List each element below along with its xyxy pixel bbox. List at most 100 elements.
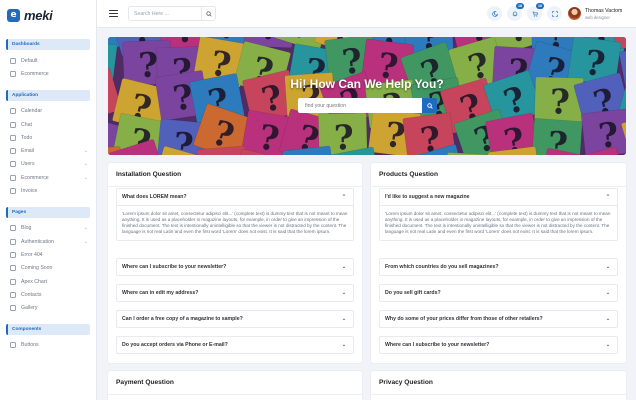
accordion-question: Do you sell gift cards? — [385, 290, 441, 296]
accordion-header[interactable]: From which countries do you sell magazin… — [380, 259, 617, 275]
accordion-item[interactable]: From which countries do you sell magazin… — [379, 258, 618, 276]
chevron-down-icon: ⌄ — [83, 174, 88, 181]
question-search-input[interactable] — [298, 98, 422, 113]
logo[interactable]: e meki — [0, 0, 96, 30]
sidebar-item-label: Calendar — [21, 108, 43, 115]
accordion-answer: 'Lorem ipsum dolor sit amet, consectetur… — [117, 205, 353, 240]
logo-icon: e — [7, 8, 20, 22]
header-search — [128, 6, 216, 21]
accordion-item[interactable]: Can I order a free copy of a magazine to… — [116, 310, 354, 328]
hero-title: Hi! How Can We Help You? — [290, 77, 444, 91]
sidebar-item-invoice[interactable]: Invoice — [0, 184, 96, 197]
search-icon[interactable] — [201, 7, 215, 20]
user-name[interactable]: Thomas Vactom — [585, 8, 622, 14]
sidebar-nav: Dashboards Default Ecommerce Application Cal… — [0, 39, 96, 352]
accordion-header[interactable]: What does LOREM mean? ⌃ — [117, 189, 353, 205]
sidebar-item-label: Authentication — [21, 238, 54, 245]
sidebar-item-chat[interactable]: Chat — [0, 118, 96, 131]
todo-icon — [10, 134, 16, 141]
blog-icon — [10, 225, 16, 232]
accordion-header[interactable]: I'd like to suggest a new magazine ⌃ — [380, 189, 617, 205]
accordion-question: I'd like to suggest a new magazine — [385, 194, 470, 200]
sidebar-item-authentication[interactable]: Authentication ⌄ — [0, 235, 96, 248]
accordion-question: From which countries do you sell magazin… — [385, 264, 499, 270]
sidebar-item-apex-chart[interactable]: Apex Chart — [0, 275, 96, 288]
card-title: Products Question — [379, 171, 438, 178]
accordion-header[interactable]: Where can in edit my address? ⌄ — [117, 285, 353, 301]
accordion-item[interactable]: Do you accept orders via Phone or E-mail… — [116, 336, 354, 354]
sidebar-item-label: Gallery — [21, 305, 38, 312]
default-icon — [10, 57, 16, 64]
accordion-header[interactable]: Do you sell gift cards? ⌄ — [380, 285, 617, 301]
chevron-down-icon: ⌄ — [341, 290, 347, 296]
sidebar-item-calendar[interactable]: Calendar — [0, 105, 96, 118]
cart-icon[interactable]: 10 — [527, 3, 544, 21]
sidebar-item-buttons[interactable]: Buttons — [0, 339, 96, 352]
sidebar-item-label: Error 404 — [21, 251, 43, 258]
coming-soon-icon — [10, 265, 16, 272]
accordion-item[interactable]: Do you sell gift cards? ⌄ — [379, 284, 618, 302]
chevron-down-icon: ⌄ — [605, 264, 611, 270]
sidebar-item-ecommerce[interactable]: Ecommerce — [0, 67, 96, 80]
search-input[interactable] — [129, 10, 201, 17]
sidebar-item-label: Ecommerce — [21, 70, 49, 77]
menu-toggle-icon[interactable] — [109, 10, 118, 17]
dark-mode-icon[interactable] — [487, 6, 502, 21]
sidebar-item-label: Todo — [21, 134, 33, 141]
sidebar-item-label: Coming Soon — [21, 265, 53, 272]
chevron-down-icon: ⌄ — [83, 161, 88, 168]
chevron-up-icon: ⌃ — [605, 194, 611, 200]
sidebar-section-pages: Pages — [6, 206, 90, 218]
privacy-faq-card: Privacy Question — [371, 371, 626, 400]
accordion-item[interactable]: Why do some of your prices differ from t… — [379, 310, 618, 328]
sidebar-item-ecommerce[interactable]: Ecommerce ⌄ — [0, 171, 96, 184]
accordion-header[interactable]: Do you accept orders via Phone or E-mail… — [117, 337, 353, 353]
accordion-item-open: I'd like to suggest a new magazine ⌃ 'Lo… — [379, 188, 618, 241]
sidebar-item-contacts[interactable]: Contacts — [0, 288, 96, 301]
search-icon[interactable] — [422, 98, 437, 113]
ecommerce-icon — [10, 174, 16, 181]
sidebar-item-blog[interactable]: Blog ⌄ — [0, 222, 96, 235]
accordion-question: Do you accept orders via Phone or E-mail… — [122, 342, 228, 348]
sidebar-item-email[interactable]: Email ⌄ — [0, 144, 96, 157]
products-faq-card: Products Question I'd like to suggest a … — [371, 163, 626, 363]
chevron-down-icon: ⌄ — [605, 290, 611, 296]
accordion-question: What does LOREM mean? — [122, 194, 187, 200]
chevron-down-icon: ⌄ — [605, 316, 611, 322]
avatar[interactable] — [568, 7, 581, 20]
accordion-item[interactable]: Where can I subscribe to your newsletter… — [379, 336, 618, 354]
accordion-question: Where can I subscribe to your newsletter… — [122, 264, 227, 270]
sidebar-item-users[interactable]: Users ⌄ — [0, 158, 96, 171]
sidebar-item-label: Default — [21, 57, 38, 64]
sidebar-item-label: Email — [21, 148, 34, 155]
fullscreen-icon[interactable] — [547, 6, 562, 21]
calendar-icon — [10, 108, 16, 115]
accordion-header[interactable]: Why do some of your prices differ from t… — [380, 311, 617, 327]
accordion-header[interactable]: Can I order a free copy of a magazine to… — [117, 311, 353, 327]
accordion-item[interactable]: Where can in edit my address? ⌄ — [116, 284, 354, 302]
notification-badge: 18 — [516, 3, 524, 9]
email-icon — [10, 148, 16, 155]
sidebar-item-todo[interactable]: Todo — [0, 131, 96, 144]
accordion-item[interactable]: Where can I subscribe to your newsletter… — [116, 258, 354, 276]
sidebar-item-error-404[interactable]: Error 404 — [0, 248, 96, 261]
accordion-question: Where can I subscribe to your newsletter… — [385, 342, 490, 348]
chevron-down-icon: ⌄ — [341, 264, 347, 270]
sidebar-item-gallery[interactable]: Gallery — [0, 301, 96, 314]
payment-faq-card: Payment Question — [108, 371, 362, 400]
accordion-header[interactable]: Where can I subscribe to your newsletter… — [380, 337, 617, 353]
sidebar-item-label: Chat — [21, 121, 32, 128]
sidebar-item-default[interactable]: Default — [0, 54, 96, 67]
accordion-item-open: What does LOREM mean? ⌃ 'Lorem ipsum dol… — [116, 188, 354, 241]
sidebar-section-dashboards: Dashboards — [6, 39, 90, 50]
users-icon — [10, 161, 16, 168]
accordion-header[interactable]: Where can I subscribe to your newsletter… — [117, 259, 353, 275]
installation-faq-card: Installation Question What does LOREM me… — [108, 163, 362, 363]
accordion-question: Why do some of your prices differ from t… — [385, 316, 543, 322]
help-hero-banner: ????????????????????????????????????????… — [108, 37, 626, 155]
apex-chart-icon — [10, 278, 16, 285]
accordion-question: Can I order a free copy of a magazine to… — [122, 316, 243, 322]
sidebar-item-coming-soon[interactable]: Coming Soon — [0, 262, 96, 275]
card-title: Privacy Question — [379, 379, 433, 386]
notification-bell-icon[interactable]: 18 — [507, 3, 524, 21]
